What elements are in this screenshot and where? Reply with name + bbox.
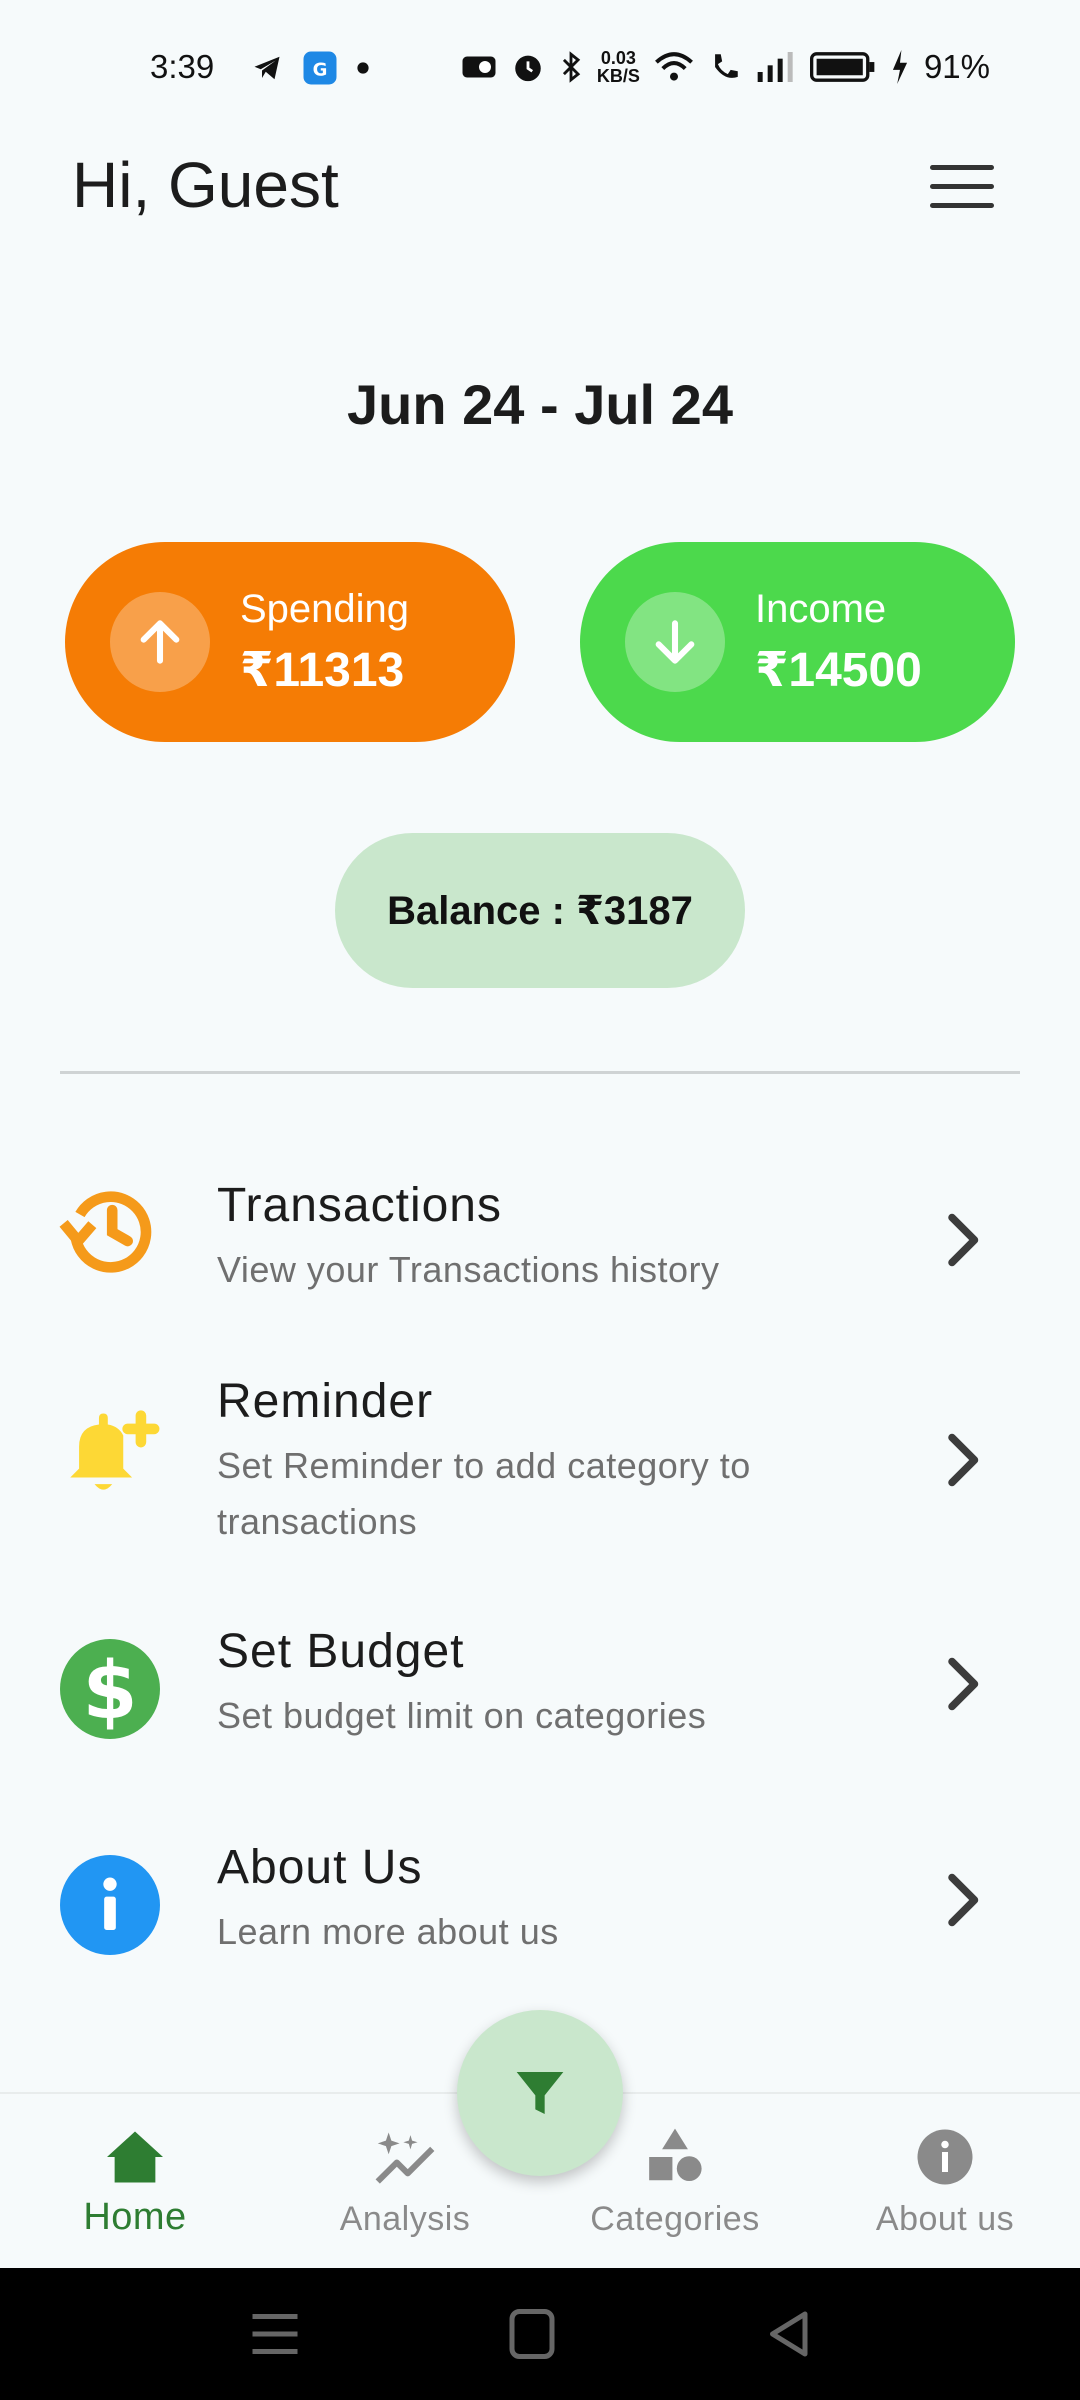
svg-text:$: $: [82, 1645, 137, 1737]
system-navigation-bar: [0, 2268, 1080, 2400]
arrow-up-icon: [110, 592, 210, 692]
chevron-right-icon: [948, 1657, 979, 1711]
spending-text: Spending ₹11313: [240, 587, 409, 698]
set-budget-subtitle: Set budget limit on categories: [217, 1695, 707, 1736]
speed-unit: KB/S: [596, 66, 640, 86]
info-circle-icon: [55, 1850, 165, 1960]
filter-icon: [516, 2072, 564, 2114]
signal-icon: [757, 52, 793, 82]
chevron-right-icon: [948, 1873, 979, 1927]
income-text: Income ₹14500: [755, 587, 922, 698]
bluetooth-icon: [562, 51, 581, 83]
chevron-right-icon: [948, 1213, 979, 1267]
svg-text:G: G: [313, 60, 328, 81]
home-icon: [0, 2124, 270, 2190]
about-us-subtitle: Learn more about us: [217, 1911, 559, 1952]
date-range: Jun 24 - Jul 24: [347, 373, 733, 436]
recents-menu-icon[interactable]: [245, 2308, 305, 2360]
info-icon: [810, 2124, 1080, 2190]
nav-about-us-label: About us: [875, 2200, 1015, 2238]
divider: [60, 1071, 1020, 1074]
network-speed: 0.03 KB/S: [597, 49, 640, 85]
nav-home-label: Home: [83, 2196, 187, 2238]
call-icon: [715, 54, 738, 78]
system-status-icons: 0.03 KB/S 91%: [461, 48, 990, 86]
home-square-icon[interactable]: [502, 2308, 562, 2360]
dollar-circle-icon: $: [55, 1634, 165, 1744]
income-amount: ₹14500: [755, 643, 922, 697]
reminder-subtitle: Set Reminder to add category to transact…: [217, 1445, 751, 1542]
income-card[interactable]: Income ₹14500: [580, 542, 1015, 742]
list-item-set-budget[interactable]: $ Set Budget Set budget limit on categor…: [0, 1612, 1080, 1762]
spending-amount: ₹11313: [240, 643, 405, 697]
nav-home[interactable]: Home: [0, 2094, 270, 2270]
bell-plus-icon: [55, 1396, 165, 1506]
app-notification-icon: G: [303, 51, 337, 85]
dot-icon: [357, 62, 369, 74]
history-icon: [55, 1175, 165, 1285]
charging-icon: [892, 50, 908, 84]
battery-icon: [809, 52, 875, 82]
speed-value: 0.03: [600, 48, 636, 68]
list-item-about-us[interactable]: About Us Learn more about us: [0, 1828, 1080, 1978]
spending-card[interactable]: Spending ₹11313: [65, 542, 515, 742]
nfc-icon: [462, 56, 496, 78]
spending-label: Spending: [240, 586, 410, 631]
set-budget-title: Set Budget: [217, 1625, 465, 1678]
wifi-icon: [654, 52, 693, 81]
balance-chip[interactable]: Balance : ₹3187: [335, 833, 745, 988]
hamburger-menu-icon[interactable]: [930, 165, 994, 213]
transactions-subtitle: View your Transactions history: [217, 1249, 720, 1290]
home-screen: 3:39 G 0.03 KB/S 91% Hi, Guest Jun 24 - …: [0, 0, 1080, 2400]
list-item-transactions[interactable]: Transactions View your Transactions hist…: [0, 1160, 1080, 1310]
greeting-title: Hi, Guest: [72, 149, 339, 221]
nav-analysis-label: Analysis: [339, 2200, 471, 2238]
battery-percent: 91%: [923, 48, 990, 85]
filter-fab[interactable]: [457, 2010, 623, 2176]
list-item-reminder[interactable]: Reminder Set Reminder to add category to…: [0, 1358, 1080, 1558]
back-triangle-icon[interactable]: [760, 2308, 820, 2360]
chevron-right-icon: [948, 1433, 979, 1487]
transactions-title: Transactions: [217, 1179, 502, 1232]
nav-categories-label: Categories: [590, 2200, 760, 2238]
reminder-title: Reminder: [217, 1375, 434, 1428]
alarm-icon: [515, 55, 541, 82]
telegram-icon: [254, 56, 280, 80]
arrow-down-icon: [625, 592, 725, 692]
about-us-title: About Us: [217, 1841, 423, 1894]
income-label: Income: [755, 586, 887, 631]
status-time: 3:39: [150, 48, 215, 85]
notification-icons: G: [250, 50, 370, 86]
nav-about-us[interactable]: About us: [810, 2094, 1080, 2270]
status-bar: 3:39 G 0.03 KB/S 91%: [0, 0, 1080, 120]
